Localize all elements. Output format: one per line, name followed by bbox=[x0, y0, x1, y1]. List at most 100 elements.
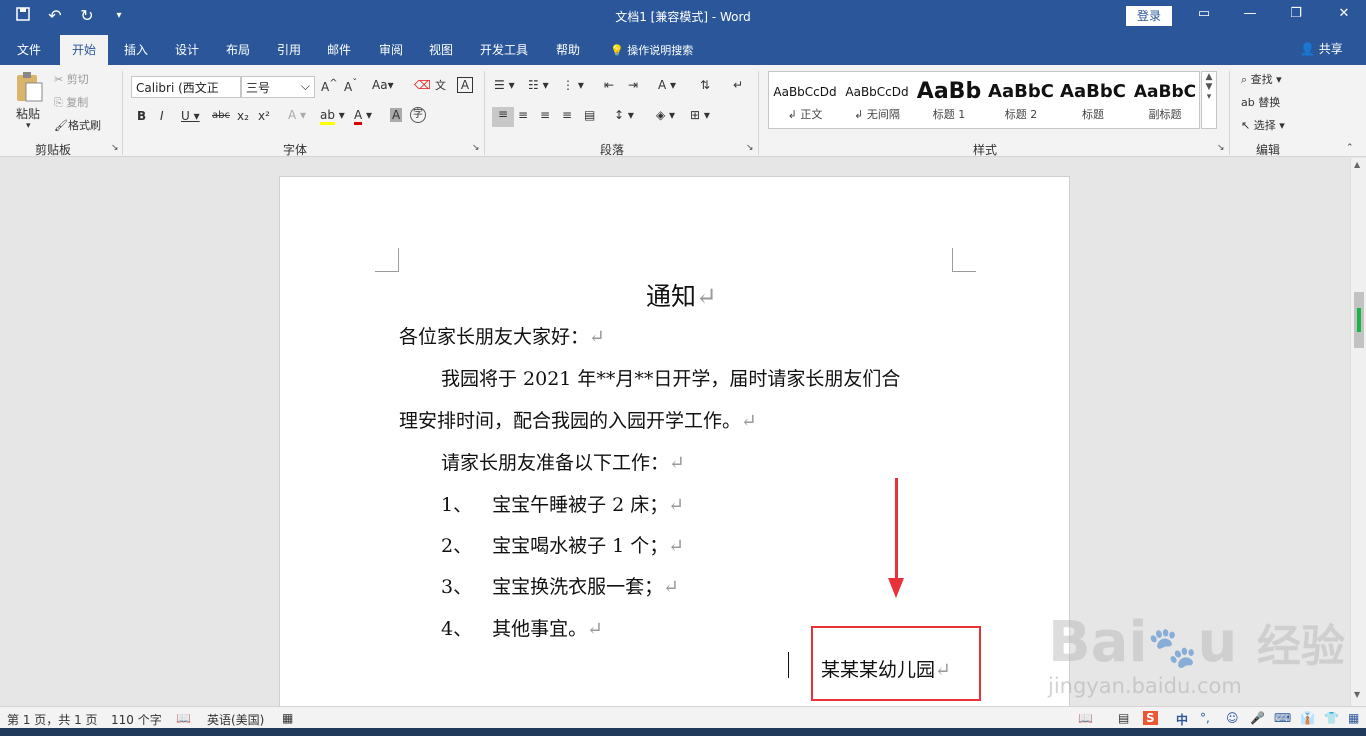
cut-button[interactable]: ✂ 剪切 bbox=[54, 71, 89, 87]
font-size-select[interactable]: 三号 ⌵ bbox=[241, 76, 315, 98]
align-center-icon[interactable]: ≡ bbox=[518, 108, 528, 122]
read-mode-icon[interactable]: 📖 bbox=[1078, 711, 1093, 725]
paste-dropdown-icon[interactable]: ▾ bbox=[26, 121, 31, 131]
paste-icon[interactable] bbox=[14, 71, 46, 103]
ime-keyboard-icon[interactable]: ⌨ bbox=[1274, 711, 1291, 725]
format-painter-button[interactable]: 🖌格式刷 bbox=[54, 117, 101, 133]
grow-font-icon[interactable]: A^ bbox=[321, 78, 338, 94]
italic-icon[interactable]: I bbox=[160, 109, 164, 123]
dialog-launcher-icon[interactable]: ↘ bbox=[111, 143, 119, 153]
styles-gallery-scroll[interactable]: ▲ ▼ ▾ bbox=[1201, 71, 1217, 129]
clear-formatting-icon[interactable]: ⌫ bbox=[414, 78, 431, 92]
tab-insert[interactable]: 插入 bbox=[124, 41, 148, 58]
align-left-icon[interactable]: ≡ bbox=[492, 107, 514, 127]
increase-indent-icon[interactable]: ⇥ bbox=[628, 78, 638, 92]
language[interactable]: 英语(美国) bbox=[207, 711, 264, 728]
style-subtitle[interactable]: AaBbC 副标题 bbox=[1129, 72, 1201, 130]
ime-toolbox-icon[interactable]: 👔 bbox=[1300, 711, 1315, 725]
tab-mailings[interactable]: 邮件 bbox=[327, 41, 351, 58]
list-item[interactable]: 4、 其他事宜。↵ bbox=[441, 614, 603, 641]
align-right-icon[interactable]: ≡ bbox=[540, 108, 550, 122]
character-border-icon[interactable]: A bbox=[457, 77, 473, 93]
ime-skin-icon[interactable]: 👕 bbox=[1324, 711, 1339, 725]
ime-emoji-icon[interactable]: ☺ bbox=[1226, 711, 1239, 725]
ime-menu-icon[interactable]: ▦ bbox=[1348, 711, 1359, 725]
underline-icon[interactable]: U ▾ bbox=[181, 109, 200, 123]
collapse-ribbon-icon[interactable]: ⌃ bbox=[1346, 143, 1354, 153]
login-button[interactable]: 登录 bbox=[1126, 6, 1172, 26]
word-count[interactable]: 110 个字 bbox=[111, 711, 162, 728]
paste-button[interactable]: 粘贴 bbox=[16, 105, 40, 122]
borders-icon[interactable]: ⊞ ▾ bbox=[690, 108, 710, 122]
doc-paragraph-2[interactable]: 请家长朋友准备以下工作：↵ bbox=[441, 448, 685, 475]
show-marks-icon[interactable]: ↵ bbox=[733, 78, 743, 92]
strikethrough-icon[interactable]: abc bbox=[212, 110, 230, 121]
numbering-icon[interactable]: ☷ ▾ bbox=[528, 78, 549, 92]
enclose-characters-icon[interactable]: 字 bbox=[410, 107, 426, 123]
share-button[interactable]: 👤 共享 bbox=[1300, 40, 1343, 57]
list-item[interactable]: 3、 宝宝换洗衣服一套；↵ bbox=[441, 572, 679, 599]
ime-punctuation-icon[interactable]: °, bbox=[1200, 711, 1210, 725]
more-styles-icon[interactable]: ▾ bbox=[1202, 92, 1216, 102]
font-name-select[interactable]: Calibri (西文正 bbox=[131, 76, 241, 98]
select-button[interactable]: ↖ 选择 ▾ bbox=[1241, 117, 1285, 133]
scroll-down-icon[interactable]: ▼ bbox=[1354, 690, 1360, 699]
chevron-down-icon[interactable]: ▼ bbox=[1202, 82, 1216, 92]
tab-view[interactable]: 视图 bbox=[429, 41, 453, 58]
style-no-spacing[interactable]: AaBbCcDd ↲ 无间隔 bbox=[841, 72, 913, 130]
tell-me-search[interactable]: 💡 操作说明搜索 bbox=[610, 42, 693, 58]
tab-design[interactable]: 设计 bbox=[175, 41, 199, 58]
font-dialog-launcher-icon[interactable]: ↘ bbox=[472, 143, 480, 153]
replace-button[interactable]: ab 替换 bbox=[1241, 94, 1280, 110]
decrease-indent-icon[interactable]: ⇤ bbox=[604, 78, 614, 92]
minimize-icon[interactable]: — bbox=[1240, 6, 1260, 21]
doc-greeting[interactable]: 各位家长朋友大家好：↵ bbox=[399, 322, 605, 349]
chinese-layout-icon[interactable]: A ▾ bbox=[658, 78, 676, 92]
subscript-icon[interactable]: x₂ bbox=[237, 109, 249, 123]
shading-icon[interactable]: ◈ ▾ bbox=[656, 108, 675, 122]
copy-button[interactable]: ⎘ 复制 bbox=[54, 94, 88, 110]
paragraph-dialog-launcher-icon[interactable]: ↘ bbox=[746, 143, 754, 153]
list-item[interactable]: 1、 宝宝午睡被子 2 床；↵ bbox=[441, 490, 684, 517]
tab-review[interactable]: 审阅 bbox=[379, 41, 403, 58]
tab-references[interactable]: 引用 bbox=[277, 41, 301, 58]
change-case-icon[interactable]: Aa▾ bbox=[372, 78, 394, 92]
ime-voice-icon[interactable]: 🎤 bbox=[1250, 711, 1265, 725]
style-heading-1[interactable]: AaBb 标题 1 bbox=[913, 72, 985, 130]
page-count[interactable]: 第 1 页，共 1 页 bbox=[7, 711, 98, 728]
tab-help[interactable]: 帮助 bbox=[556, 41, 580, 58]
print-layout-icon[interactable]: ▤ bbox=[1118, 711, 1129, 725]
restore-icon[interactable]: ❐ bbox=[1286, 6, 1306, 21]
styles-dialog-launcher-icon[interactable]: ↘ bbox=[1217, 143, 1225, 153]
font-color-icon[interactable]: A ▾ bbox=[354, 108, 372, 125]
superscript-icon[interactable]: x² bbox=[258, 109, 270, 123]
shrink-font-icon[interactable]: Aˇ bbox=[344, 78, 357, 94]
multilevel-list-icon[interactable]: ⋮ ▾ bbox=[562, 78, 584, 92]
style-normal[interactable]: AaBbCcDd ↲ 正文 bbox=[769, 72, 841, 130]
proofing-icon[interactable]: 📖 bbox=[176, 711, 191, 725]
vertical-scrollbar[interactable]: ▲ ▼ bbox=[1350, 158, 1366, 706]
tab-home[interactable]: 开始 bbox=[60, 35, 109, 65]
macro-icon[interactable]: ▦ bbox=[282, 711, 293, 725]
highlight-icon[interactable]: ab ▾ bbox=[320, 108, 345, 125]
character-shading-icon[interactable]: A bbox=[390, 108, 403, 122]
style-title[interactable]: AaBbC 标题 bbox=[1057, 72, 1129, 130]
doc-paragraph-1-line-2[interactable]: 理安排时间，配合我园的入园开学工作。↵ bbox=[399, 406, 757, 433]
text-effects-icon[interactable]: A ▾ bbox=[288, 108, 306, 122]
scroll-up-icon[interactable]: ▲ bbox=[1354, 160, 1360, 169]
phonetic-guide-icon[interactable]: 文 bbox=[435, 77, 446, 93]
doc-paragraph-1-line-1[interactable]: 我园将于 2021 年**月**日开学，届时请家长朋友们合 bbox=[441, 364, 900, 391]
tab-file[interactable]: 文件 bbox=[17, 41, 41, 58]
close-icon[interactable]: ✕ bbox=[1334, 6, 1354, 21]
tab-developer[interactable]: 开发工具 bbox=[480, 41, 528, 58]
chevron-up-icon[interactable]: ▲ bbox=[1202, 72, 1216, 82]
ime-logo-icon[interactable]: S bbox=[1143, 711, 1158, 725]
doc-title[interactable]: 通知↵ bbox=[646, 277, 717, 313]
sort-icon[interactable]: ⇅ bbox=[700, 78, 710, 92]
ribbon-display-icon[interactable]: ▭ bbox=[1194, 6, 1214, 21]
distributed-icon[interactable]: ▤ bbox=[584, 108, 595, 122]
tab-layout[interactable]: 布局 bbox=[226, 41, 250, 58]
justify-icon[interactable]: ≡ bbox=[562, 108, 572, 122]
line-spacing-icon[interactable]: ↕ ▾ bbox=[614, 108, 634, 122]
bold-icon[interactable]: B bbox=[137, 109, 146, 123]
